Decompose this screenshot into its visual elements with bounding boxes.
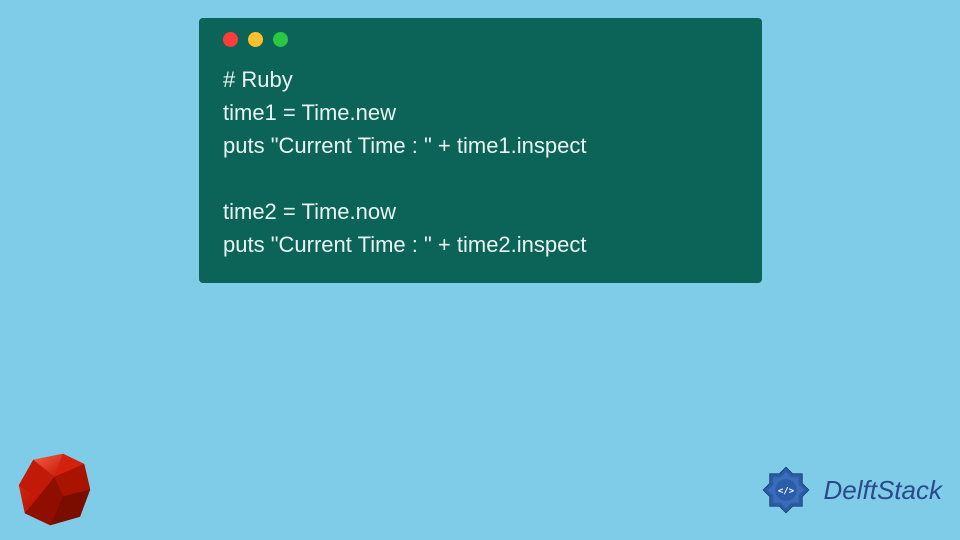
ruby-logo-icon (12, 447, 97, 532)
svg-text:</>: </> (777, 487, 794, 497)
maximize-dot (273, 32, 288, 47)
code-window: # Ruby time1 = Time.new puts "Current Ti… (199, 18, 762, 283)
close-dot (223, 32, 238, 47)
code-content: # Ruby time1 = Time.new puts "Current Ti… (219, 63, 742, 261)
brand-name: DelftStack (824, 475, 943, 506)
window-controls (223, 32, 742, 47)
brand-logo-icon: </> (756, 460, 816, 520)
minimize-dot (248, 32, 263, 47)
brand: </> DelftStack (756, 460, 943, 520)
